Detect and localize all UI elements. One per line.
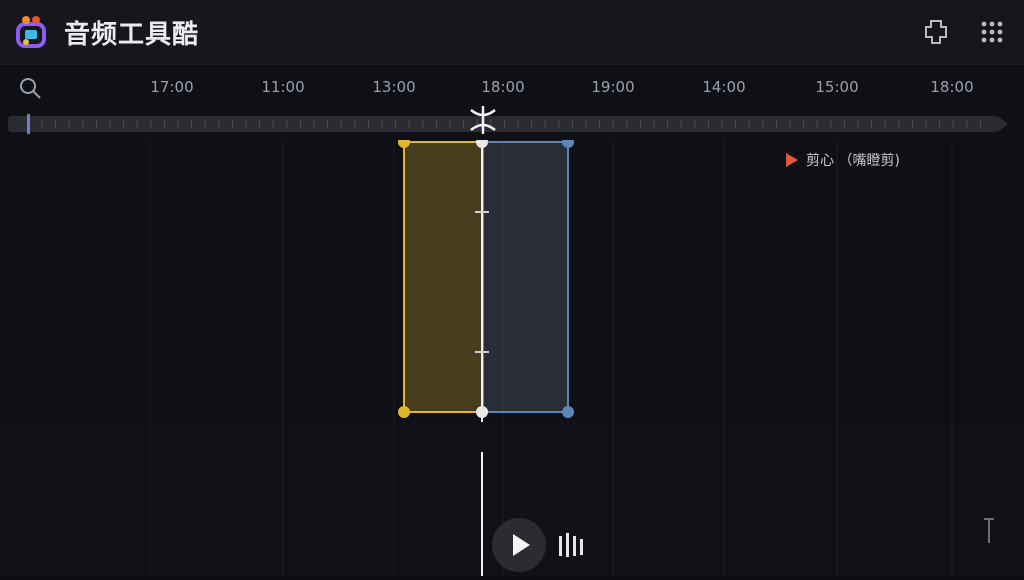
title-bar: 音频工具酷	[0, 0, 1024, 65]
handle-bottom-right[interactable]	[562, 406, 574, 418]
grid-icon[interactable]	[976, 16, 1008, 48]
app-logo-icon	[16, 16, 46, 48]
app-title: 音频工具酷	[64, 20, 200, 50]
end-marker-icon[interactable]	[982, 517, 996, 545]
ruler-label: 11:00	[261, 78, 305, 96]
selection-left-region[interactable]	[403, 141, 483, 413]
play-icon	[513, 534, 530, 556]
ruler-label: 18:00	[481, 78, 525, 96]
ruler-label: 17:00	[150, 78, 194, 96]
timeline-scrubber[interactable]	[8, 114, 1008, 134]
audio-editor-window: 音频工具酷 17:00 11:00 13:00 18:00 19:00 14:0…	[0, 0, 1024, 576]
selection-legend: 剪心 （嘴瞪剪)	[786, 150, 900, 170]
marker-icon[interactable]	[466, 106, 500, 134]
pin-icon[interactable]	[920, 16, 952, 48]
legend-label: 剪心 （嘴瞪剪)	[806, 153, 900, 169]
ruler-label: 13:00	[372, 78, 416, 96]
waveform-main[interactable]	[0, 140, 1024, 422]
ruler-label: 19:00	[591, 78, 635, 96]
playhead-handle-bottom[interactable]	[476, 406, 488, 418]
play-button[interactable]	[492, 518, 546, 572]
ruler-label: 15:00	[815, 78, 859, 96]
equalizer-icon[interactable]	[558, 532, 586, 558]
ruler-label: 14:00	[702, 78, 746, 96]
handle-bottom-left[interactable]	[398, 406, 410, 418]
selection-right-region[interactable]	[482, 141, 569, 413]
legend-triangle-icon	[786, 153, 798, 167]
ruler-label: 18:00	[930, 78, 974, 96]
